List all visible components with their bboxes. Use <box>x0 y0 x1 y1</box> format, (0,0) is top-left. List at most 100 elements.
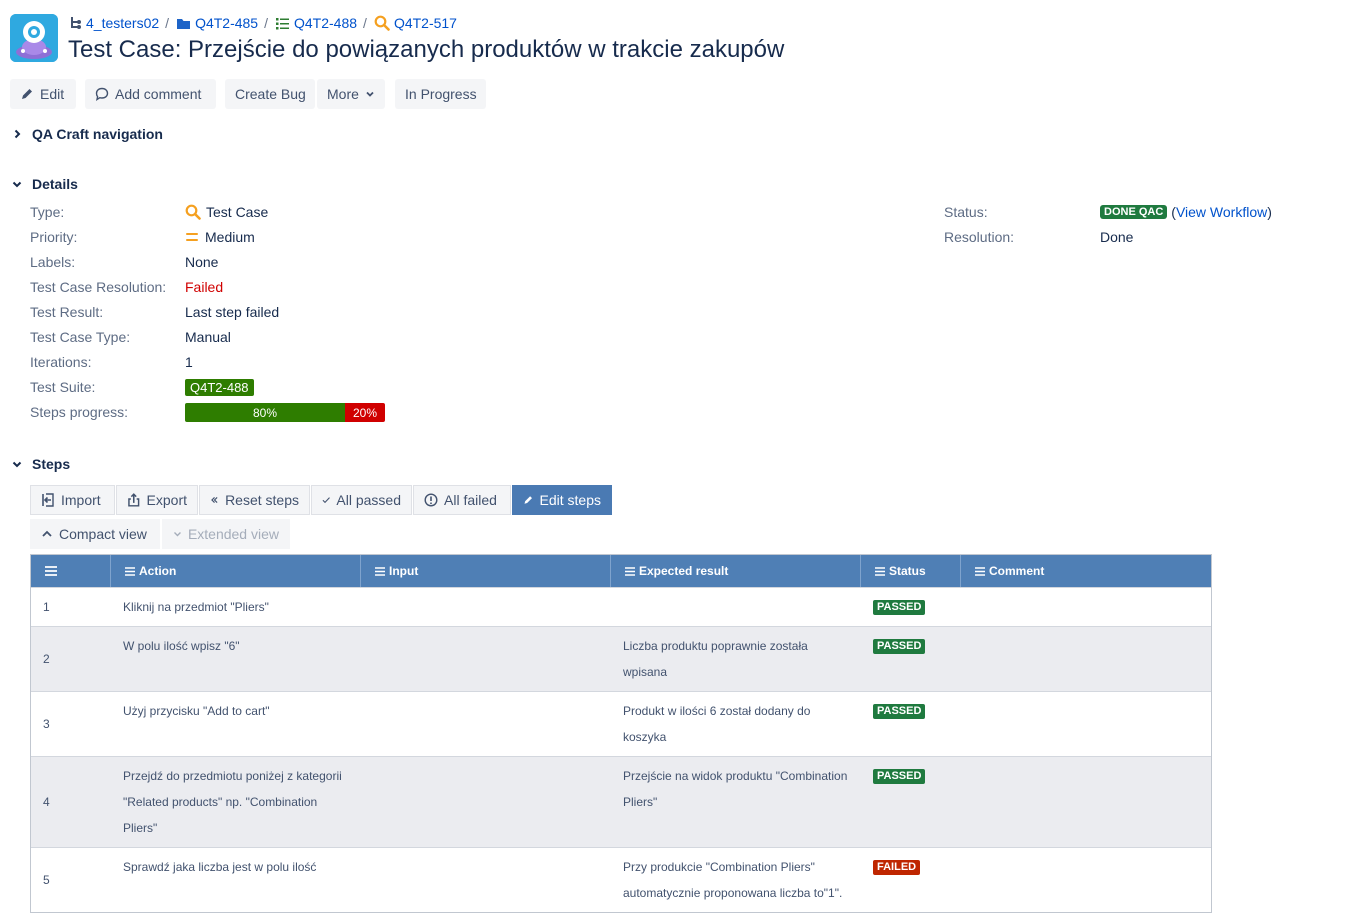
table-row[interactable]: 1 Kliknij na przedmiot "Pliers" PASSED <box>31 587 1211 626</box>
import-icon <box>42 493 54 507</box>
hamburger-icon <box>375 566 385 576</box>
table-row[interactable]: 5 Sprawdź jaka liczba jest w polu ilość … <box>31 847 1211 912</box>
step-comment <box>961 757 1211 847</box>
edit-button[interactable]: Edit <box>10 79 76 109</box>
status-badge[interactable]: PASSED <box>873 704 926 719</box>
step-number: 5 <box>43 873 50 887</box>
column-header-input[interactable]: Input <box>361 555 611 587</box>
all-failed-button[interactable]: All failed <box>413 485 511 515</box>
column-header-action[interactable]: Action <box>111 555 361 587</box>
iterations-label: Iterations: <box>30 354 92 370</box>
status-badge[interactable]: PASSED <box>873 600 926 615</box>
view-workflow-link[interactable]: (View Workflow) <box>1171 204 1272 220</box>
step-action: Sprawdź jaka liczba jest w polu ilość <box>123 860 317 874</box>
export-button[interactable]: Export <box>116 485 198 515</box>
project-avatar[interactable] <box>10 14 58 62</box>
test-result-label: Test Result: <box>30 304 104 320</box>
step-action: Użyj przycisku "Add to cart" <box>123 704 270 718</box>
breadcrumb-label: Q4T2-485 <box>195 15 259 31</box>
status-label: Status: <box>944 204 988 220</box>
create-bug-label: Create Bug <box>235 86 306 102</box>
column-header-expected-result[interactable]: Expected result <box>611 555 861 587</box>
status-lozenge: DONE QAC <box>1100 205 1168 219</box>
comment-icon <box>95 87 109 101</box>
step-expected <box>611 588 861 626</box>
step-expected: Liczba produktu poprawnie została wpisan… <box>623 639 808 679</box>
pencil-icon <box>22 89 32 99</box>
pencil-icon <box>524 496 533 504</box>
step-expected: Przejście na widok produktu "Combination… <box>623 769 848 809</box>
step-status[interactable]: PASSED <box>861 588 961 626</box>
more-label: More <box>327 86 359 102</box>
step-action: Przejdź do przedmiotu poniżej z kategori… <box>123 769 342 835</box>
status-badge[interactable]: PASSED <box>873 769 926 784</box>
status-value: DONE QAC (View Workflow) <box>1100 204 1272 220</box>
search-icon <box>374 15 390 31</box>
hamburger-icon <box>45 566 57 576</box>
compact-view-label: Compact view <box>59 526 147 542</box>
add-comment-button[interactable]: Add comment <box>85 79 216 109</box>
edit-steps-button[interactable]: Edit steps <box>512 485 612 515</box>
table-row[interactable]: 4 Przejdź do przedmiotu poniżej z katego… <box>31 756 1211 847</box>
priority-value: Medium <box>185 229 255 245</box>
create-bug-button[interactable]: Create Bug <box>225 79 315 109</box>
test-suite-link[interactable]: Q4T2-488 <box>185 379 254 396</box>
test-case-icon <box>185 204 201 220</box>
extended-view-label: Extended view <box>187 526 279 542</box>
reset-steps-button[interactable]: Reset steps <box>199 485 310 515</box>
qa-craft-navigation-toggle[interactable]: QA Craft navigation <box>10 126 163 142</box>
robot-logo-icon <box>10 14 58 62</box>
test-case-resolution-value: Failed <box>185 279 224 295</box>
edit-steps-label: Edit steps <box>539 492 601 508</box>
status-badge[interactable]: FAILED <box>873 860 921 875</box>
test-suite-label: Test Suite: <box>30 379 96 395</box>
step-status[interactable]: PASSED <box>861 692 961 756</box>
test-case-resolution-label: Test Case Resolution: <box>30 279 167 295</box>
chevron-down-icon <box>366 91 374 97</box>
progress-failed-segment: 20% <box>345 403 385 422</box>
in-progress-button[interactable]: In Progress <box>395 79 486 109</box>
chevron-down-icon <box>10 457 24 471</box>
breadcrumb-test-case[interactable]: Q4T2-517 <box>374 15 457 31</box>
steps-progress-label: Steps progress: <box>30 404 129 420</box>
breadcrumb-test-suite[interactable]: Q4T2-488 <box>275 15 357 31</box>
reset-steps-label: Reset steps <box>225 492 299 508</box>
breadcrumb-project[interactable]: 4_testers02 <box>70 15 159 31</box>
details-toggle[interactable]: Details <box>10 176 78 192</box>
chevron-right-icon <box>10 127 24 141</box>
labels-label: Labels: <box>30 254 76 270</box>
step-status[interactable]: FAILED <box>861 848 961 912</box>
table-row[interactable]: 2 W polu ilość wpisz "6" Liczba produktu… <box>31 626 1211 691</box>
priority-text: Medium <box>205 229 255 245</box>
breadcrumb-epic[interactable]: Q4T2-485 <box>176 15 258 31</box>
import-label: Import <box>61 492 101 508</box>
extended-view-button[interactable]: Extended view <box>162 519 290 549</box>
breadcrumb-separator: / <box>264 15 268 31</box>
column-label: Expected result <box>639 564 729 578</box>
iterations-value: 1 <box>185 354 193 370</box>
chevron-down-icon <box>174 532 181 537</box>
view-workflow-link-text[interactable]: View Workflow <box>1176 204 1267 220</box>
status-badge[interactable]: PASSED <box>873 639 926 654</box>
all-failed-label: All failed <box>444 492 497 508</box>
more-dropdown-button[interactable]: More <box>317 79 385 109</box>
chevron-down-icon <box>10 177 24 191</box>
type-value: Test Case <box>185 204 268 220</box>
test-case-type-value: Manual <box>185 329 231 345</box>
table-row[interactable]: 3 Użyj przycisku "Add to cart" Produkt w… <box>31 691 1211 756</box>
in-progress-label: In Progress <box>405 86 477 102</box>
hamburger-icon <box>975 566 985 576</box>
column-header-comment[interactable]: Comment <box>961 555 1211 587</box>
steps-toggle[interactable]: Steps <box>10 456 70 472</box>
step-status[interactable]: PASSED <box>861 627 961 691</box>
step-action: Kliknij na przedmiot "Pliers" <box>123 600 269 614</box>
step-status[interactable]: PASSED <box>861 757 961 847</box>
export-icon <box>128 493 140 507</box>
column-header-status[interactable]: Status <box>861 555 961 587</box>
test-suite-value[interactable]: Q4T2-488 <box>185 379 254 396</box>
column-header-menu[interactable] <box>31 555 111 587</box>
all-passed-button[interactable]: All passed <box>311 485 412 515</box>
project-tree-icon <box>71 17 81 29</box>
import-button[interactable]: Import <box>30 485 115 515</box>
compact-view-button[interactable]: Compact view <box>30 519 160 549</box>
